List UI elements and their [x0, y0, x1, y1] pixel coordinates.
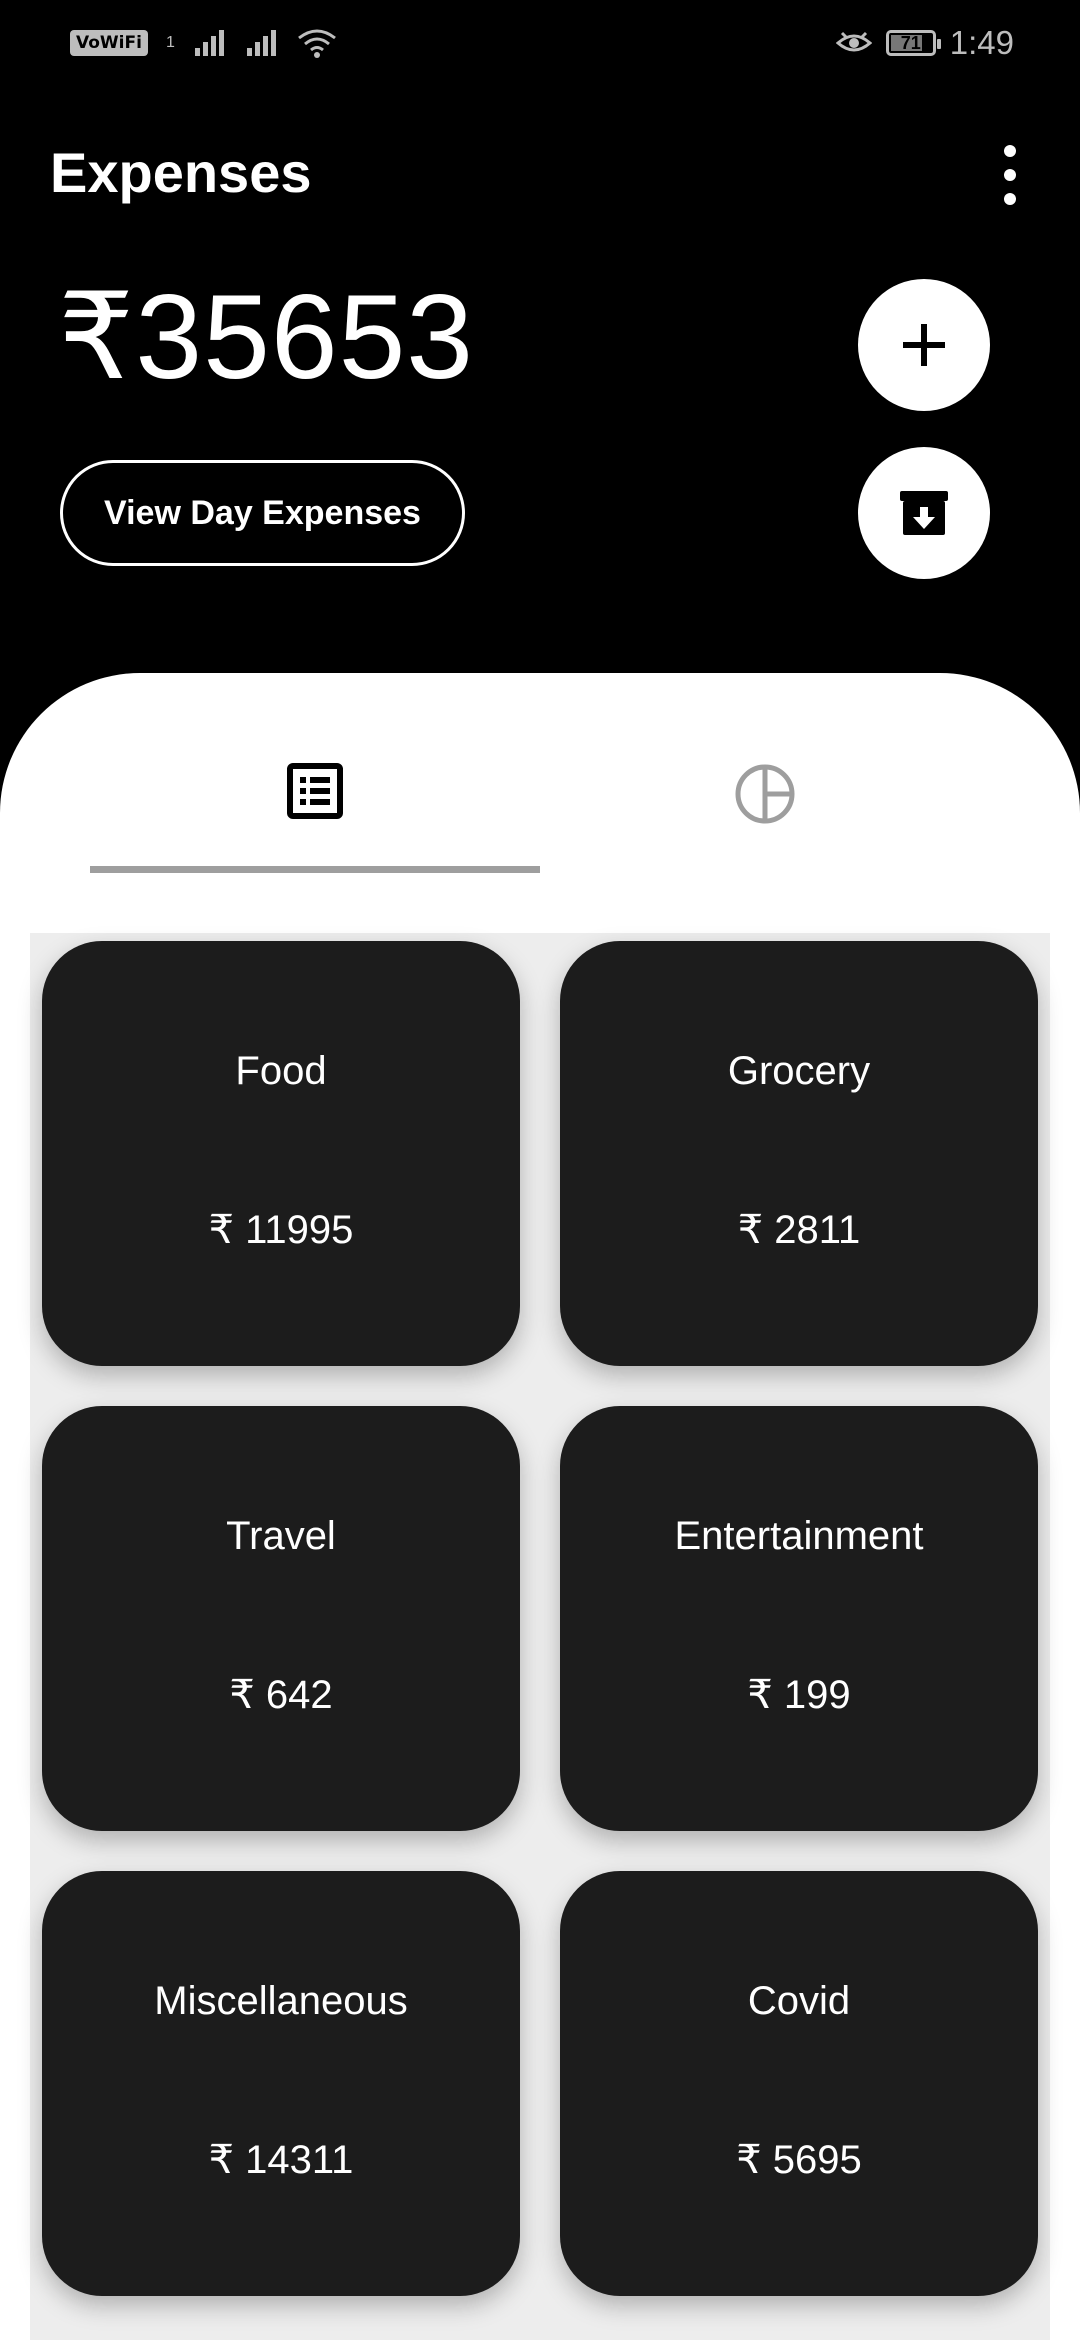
total-expenses: ₹35653: [58, 270, 475, 404]
category-name: Grocery: [727, 1049, 871, 1093]
wifi-icon: [297, 29, 336, 58]
categories-panel: Food ₹ 11995 Grocery ₹ 2811 Travel ₹ 642…: [0, 673, 1080, 2340]
battery-icon: 71: [885, 30, 941, 56]
view-day-expenses-button[interactable]: View Day Expenses: [60, 460, 465, 566]
category-name: Travel: [226, 1514, 336, 1558]
app-title: Expenses: [50, 141, 312, 204]
tab-indicator: [90, 866, 540, 873]
category-name: Food: [235, 1049, 327, 1093]
category-amount: ₹ 2811: [737, 1208, 861, 1252]
status-bar: VoWiFi 1 71 1:49: [0, 0, 1080, 90]
category-card-travel[interactable]: Travel ₹ 642: [42, 1406, 520, 1831]
eye-comfort-icon: [835, 31, 872, 52]
plus-icon: [903, 324, 945, 366]
category-amount: ₹ 642: [229, 1673, 333, 1717]
category-amount: ₹ 11995: [208, 1208, 354, 1252]
overflow-menu-icon[interactable]: [990, 145, 1030, 205]
category-card-food[interactable]: Food ₹ 11995: [42, 941, 520, 1366]
list-icon: [287, 763, 343, 819]
tab-chart[interactable]: [540, 763, 990, 873]
signal-icon: [246, 30, 276, 56]
category-amount: ₹ 199: [747, 1673, 851, 1717]
archive-icon: [900, 491, 948, 535]
add-expense-button[interactable]: [858, 279, 990, 411]
category-name: Covid: [747, 1979, 851, 2023]
category-amount: ₹ 14311: [208, 2138, 354, 2182]
battery-level: 71: [900, 32, 921, 53]
tab-list[interactable]: [90, 763, 540, 873]
category-card-entertainment[interactable]: Entertainment ₹ 199: [560, 1406, 1038, 1831]
category-card-grocery[interactable]: Grocery ₹ 2811: [560, 941, 1038, 1366]
archive-button[interactable]: [858, 447, 990, 579]
sim-number: 1: [165, 34, 175, 51]
category-amount: ₹ 5695: [736, 2138, 862, 2182]
vowifi-badge: VoWiFi: [70, 30, 148, 56]
category-card-miscellaneous[interactable]: Miscellaneous ₹ 14311: [42, 1871, 520, 2296]
category-name: Entertainment: [674, 1514, 924, 1558]
pie-chart-icon: [735, 764, 795, 824]
clock: 1:49: [949, 24, 1014, 61]
status-right: 71 1:49: [835, 24, 1014, 62]
status-left: VoWiFi 1: [70, 28, 337, 58]
category-name: Miscellaneous: [154, 1979, 408, 2023]
signal-icon: [194, 30, 224, 56]
category-card-covid[interactable]: Covid ₹ 5695: [560, 1871, 1038, 2296]
